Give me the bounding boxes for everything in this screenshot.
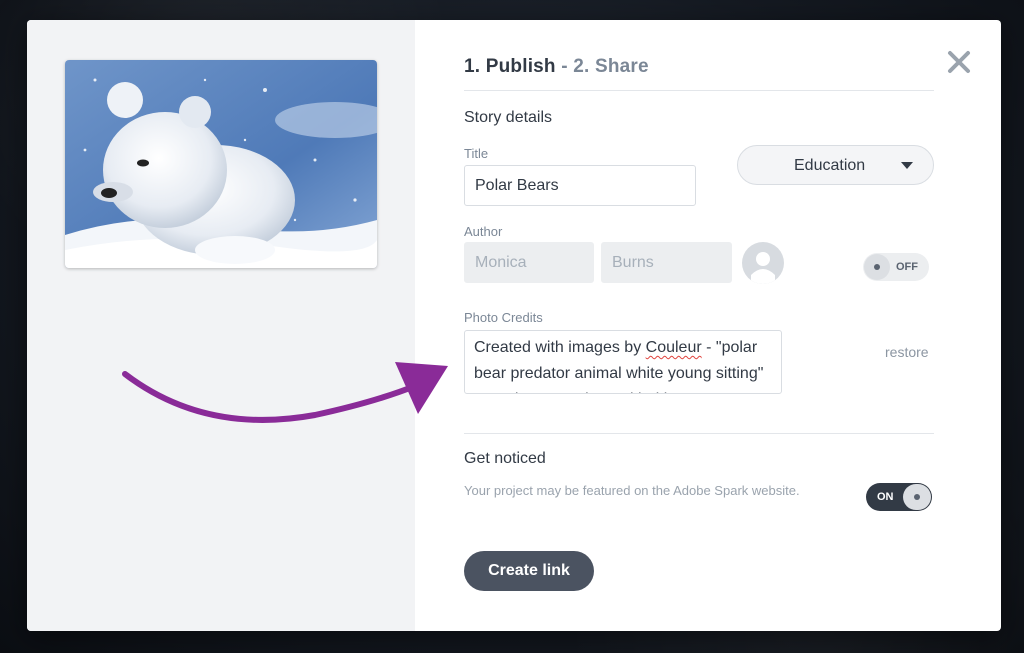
get-noticed-hint: Your project may be featured on the Adob… (464, 483, 800, 498)
story-details-heading: Story details (464, 109, 553, 126)
toggle-knob (903, 484, 931, 510)
author-first-name-field[interactable] (464, 242, 594, 283)
feature-project-toggle[interactable]: ON (866, 483, 932, 511)
category-selected-value: Education (794, 157, 866, 174)
step-share[interactable]: 2. Share (573, 56, 649, 77)
photo-credits-field[interactable]: Created with images by Couleur - "polar … (464, 330, 782, 394)
author-visibility-toggle[interactable]: OFF (863, 253, 929, 281)
header-divider (464, 90, 934, 91)
step-separator: - (555, 56, 574, 77)
story-cover-image (65, 60, 377, 268)
credits-misspelled-word: Couleur (645, 339, 702, 356)
title-field[interactable] (464, 165, 696, 206)
credits-text-start: Created with images by (474, 339, 646, 356)
preview-pane (27, 20, 448, 631)
create-link-button[interactable]: Create link (464, 551, 594, 591)
publish-form: 1. Publish - 2. Share Story details Titl… (415, 20, 1001, 631)
close-icon[interactable] (947, 50, 971, 74)
section-divider (464, 433, 934, 434)
photo-credits-label: Photo Credits (464, 310, 543, 325)
author-label: Author (464, 224, 503, 239)
curved-arrow-annotation (122, 362, 448, 423)
chevron-down-icon (901, 162, 913, 169)
toggle-off-label: OFF (896, 261, 918, 273)
category-select[interactable]: Education (737, 145, 934, 185)
toggle-knob (864, 254, 890, 280)
get-noticed-heading: Get noticed (464, 450, 546, 467)
toggle-on-label: ON (877, 491, 894, 503)
step-publish: 1. Publish (464, 56, 556, 77)
user-avatar-icon[interactable] (742, 242, 784, 284)
publish-dialog: 1. Publish - 2. Share Story details Titl… (27, 20, 1001, 631)
author-last-name-field[interactable] (601, 242, 732, 283)
restore-credits-link[interactable]: restore (885, 344, 929, 360)
step-breadcrumb: 1. Publish - 2. Share (464, 56, 649, 78)
title-label: Title (464, 146, 489, 161)
